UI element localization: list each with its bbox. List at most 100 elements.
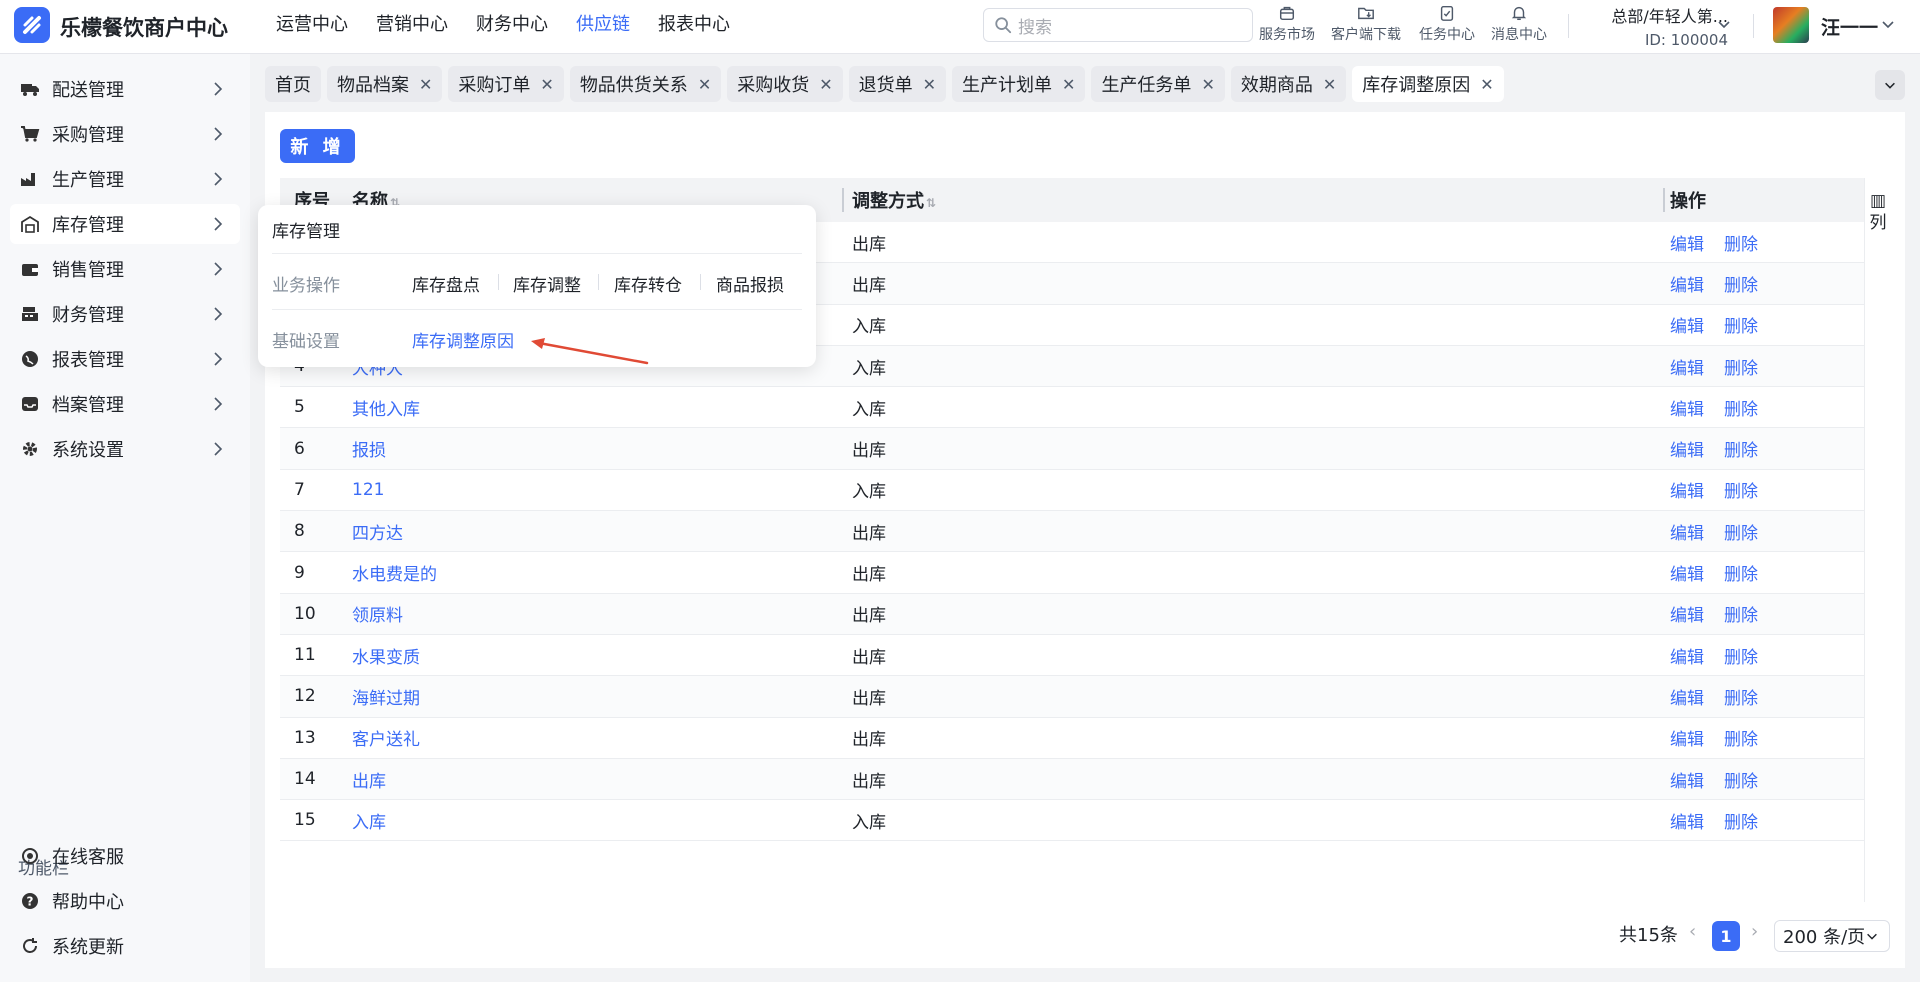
- sidebar-item-reports[interactable]: 报表管理: [10, 339, 240, 379]
- close-icon[interactable]: ✕: [1323, 75, 1336, 94]
- tab-home[interactable]: 首页: [265, 66, 321, 102]
- cell-name-link[interactable]: 其他入库: [344, 395, 844, 420]
- close-icon[interactable]: ✕: [540, 75, 553, 94]
- delete-link[interactable]: 删除: [1724, 519, 1758, 544]
- page-button-current[interactable]: 1: [1712, 921, 1740, 951]
- cell-name-link[interactable]: 报损: [344, 436, 844, 461]
- menu-link-goods-loss[interactable]: 商品报损: [716, 271, 784, 296]
- sidebar-item-purchase[interactable]: 采购管理: [10, 114, 240, 154]
- close-icon[interactable]: ✕: [698, 75, 711, 94]
- tabs-more-button[interactable]: [1875, 70, 1905, 100]
- sidebar-item-archives[interactable]: 档案管理: [10, 384, 240, 424]
- tool-message-center[interactable]: 消息中心: [1491, 4, 1547, 44]
- prev-page-icon[interactable]: ‹: [1689, 921, 1696, 942]
- sidebar-item-delivery[interactable]: 配送管理: [10, 69, 240, 109]
- cell-name-link[interactable]: 领原料: [344, 601, 844, 626]
- close-icon[interactable]: ✕: [1062, 75, 1075, 94]
- edit-link[interactable]: 编辑: [1670, 808, 1704, 833]
- chevron-down-icon[interactable]: [1880, 16, 1896, 32]
- column-resizer[interactable]: [842, 188, 844, 212]
- menu-link-stock-transfer[interactable]: 库存转仓: [614, 271, 682, 296]
- edit-link[interactable]: 编辑: [1670, 477, 1704, 502]
- cell-name-link[interactable]: 121: [344, 480, 844, 500]
- edit-link[interactable]: 编辑: [1670, 725, 1704, 750]
- edit-link[interactable]: 编辑: [1670, 230, 1704, 255]
- search-input[interactable]: 搜索: [983, 8, 1253, 42]
- edit-link[interactable]: 编辑: [1670, 519, 1704, 544]
- sidebar-item-settings[interactable]: 系统设置: [10, 429, 240, 469]
- edit-link[interactable]: 编辑: [1670, 312, 1704, 337]
- sidebar-item-production[interactable]: 生产管理: [10, 159, 240, 199]
- cell-name-link[interactable]: 客户送礼: [344, 725, 844, 750]
- avatar[interactable]: [1773, 7, 1809, 43]
- close-icon[interactable]: ✕: [419, 75, 432, 94]
- close-icon[interactable]: ✕: [923, 75, 936, 94]
- tab-item-archive[interactable]: 物品档案 ✕: [327, 66, 443, 102]
- user-name[interactable]: 汪一一: [1821, 13, 1878, 40]
- edit-link[interactable]: 编辑: [1670, 767, 1704, 792]
- menu-link-stock-adjust[interactable]: 库存调整: [513, 271, 581, 296]
- edit-link[interactable]: 编辑: [1670, 684, 1704, 709]
- menu-link-stock-adjust-reason[interactable]: 库存调整原因: [412, 327, 514, 352]
- sort-icon[interactable]: ⇅: [926, 196, 936, 210]
- delete-link[interactable]: 删除: [1724, 725, 1758, 750]
- tool-client-download[interactable]: 客户端下载: [1331, 4, 1401, 44]
- menu-link-stocktake[interactable]: 库存盘点: [412, 271, 480, 296]
- delete-link[interactable]: 删除: [1724, 436, 1758, 461]
- cell-name-link[interactable]: 入库: [344, 808, 844, 833]
- delete-link[interactable]: 删除: [1724, 230, 1758, 255]
- column-settings-button[interactable]: ▥ 列: [1866, 190, 1890, 250]
- sidebar-item-inventory[interactable]: 库存管理: [10, 204, 240, 244]
- tab-return-order[interactable]: 退货单 ✕: [848, 66, 947, 102]
- tab-stock-adjust-reason[interactable]: 库存调整原因 ✕: [1352, 66, 1504, 102]
- edit-link[interactable]: 编辑: [1670, 271, 1704, 296]
- topnav-finance[interactable]: 财务中心: [462, 13, 562, 37]
- tab-production-plan[interactable]: 生产计划单 ✕: [952, 66, 1086, 102]
- edit-link[interactable]: 编辑: [1670, 560, 1704, 585]
- edit-link[interactable]: 编辑: [1670, 643, 1704, 668]
- tab-purchase-order[interactable]: 采购订单 ✕: [448, 66, 564, 102]
- cell-name-link[interactable]: 海鲜过期: [344, 684, 844, 709]
- tab-expiry-goods[interactable]: 效期商品 ✕: [1230, 66, 1347, 102]
- edit-link[interactable]: 编辑: [1670, 354, 1704, 379]
- edit-link[interactable]: 编辑: [1670, 395, 1704, 420]
- cell-name-link[interactable]: 水电费是的: [344, 560, 844, 585]
- tab-purchase-receipt[interactable]: 采购收货 ✕: [727, 66, 843, 102]
- cell-name-link[interactable]: 出库: [344, 767, 844, 792]
- chevron-down-icon[interactable]: [1716, 16, 1732, 32]
- delete-link[interactable]: 删除: [1724, 477, 1758, 502]
- column-resizer[interactable]: [1663, 188, 1665, 212]
- tab-production-task[interactable]: 生产任务单 ✕: [1091, 66, 1225, 102]
- delete-link[interactable]: 删除: [1724, 354, 1758, 379]
- delete-link[interactable]: 删除: [1724, 395, 1758, 420]
- delete-link[interactable]: 删除: [1724, 643, 1758, 668]
- sidebar-item-system-update[interactable]: 系统更新: [10, 926, 240, 966]
- close-icon[interactable]: ✕: [1480, 75, 1493, 94]
- delete-link[interactable]: 删除: [1724, 767, 1758, 792]
- close-icon[interactable]: ✕: [1201, 75, 1214, 94]
- delete-link[interactable]: 删除: [1724, 684, 1758, 709]
- topnav-operations[interactable]: 运营中心: [262, 13, 362, 37]
- close-icon[interactable]: ✕: [819, 75, 832, 94]
- delete-link[interactable]: 删除: [1724, 808, 1758, 833]
- edit-link[interactable]: 编辑: [1670, 601, 1704, 626]
- delete-link[interactable]: 删除: [1724, 312, 1758, 337]
- sidebar-item-online-support[interactable]: 在线客服: [10, 836, 240, 876]
- topnav-marketing[interactable]: 营销中心: [362, 13, 462, 37]
- app-logo[interactable]: [14, 7, 50, 43]
- topnav-supply-chain[interactable]: 供应链: [562, 13, 644, 37]
- next-page-icon[interactable]: ›: [1751, 921, 1758, 942]
- org-switcher[interactable]: 总部/年轻人第... ID: 100004: [1588, 3, 1728, 49]
- header-mode[interactable]: 调整方式 ⇅: [844, 187, 1660, 213]
- tool-service-market[interactable]: 服务市场: [1259, 4, 1315, 44]
- add-button[interactable]: 新 增: [280, 129, 355, 163]
- topnav-reports[interactable]: 报表中心: [644, 13, 744, 37]
- sidebar-item-sales[interactable]: 销售管理: [10, 249, 240, 289]
- cell-name-link[interactable]: 四方达: [344, 519, 844, 544]
- tab-supply-relation[interactable]: 物品供货关系 ✕: [569, 66, 722, 102]
- cell-name-link[interactable]: 水果变质: [344, 643, 844, 668]
- edit-link[interactable]: 编辑: [1670, 436, 1704, 461]
- sidebar-item-help-center[interactable]: ? 帮助中心: [10, 881, 240, 921]
- tool-task-center[interactable]: 任务中心: [1419, 4, 1475, 44]
- sidebar-item-finance[interactable]: 财务管理: [10, 294, 240, 334]
